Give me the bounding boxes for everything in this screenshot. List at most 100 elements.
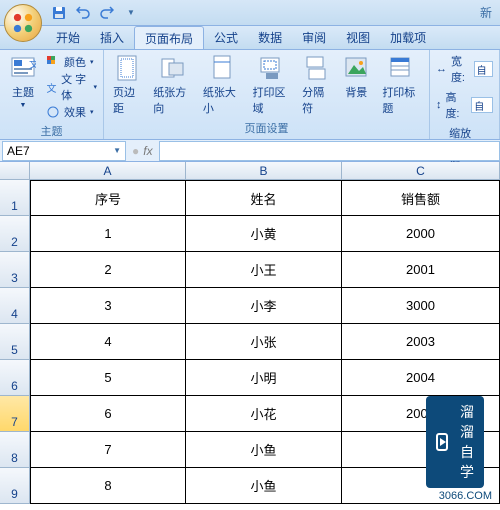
cell-a2[interactable]: 1 <box>30 216 186 252</box>
cell-a5[interactable]: 4 <box>30 324 186 360</box>
cell-b6[interactable]: 小明 <box>186 360 342 396</box>
fx-circle-icon[interactable]: ● <box>132 144 139 158</box>
row-header-7[interactable]: 7 <box>0 396 30 432</box>
quick-access-toolbar: ▼ <box>50 4 140 22</box>
row-header-4[interactable]: 4 <box>0 288 30 324</box>
ribbon-tabs: 开始 插入 页面布局 公式 数据 审阅 视图 加载项 <box>0 26 500 50</box>
size-label: 纸张大小 <box>203 84 241 116</box>
watermark: 溜溜自学 3066.COM <box>439 488 492 502</box>
fx-label[interactable]: fx <box>143 144 152 158</box>
fonts-button[interactable]: 文文 字体▾ <box>46 71 97 103</box>
table-row: 98小鱼 <box>0 468 500 504</box>
width-input[interactable]: 自 <box>474 61 493 77</box>
play-icon <box>436 433 448 451</box>
cell-c6[interactable]: 2004 <box>342 360 500 396</box>
margins-label: 页边距 <box>113 84 141 116</box>
cell-a4[interactable]: 3 <box>30 288 186 324</box>
effects-button[interactable]: 效果▾ <box>46 104 97 120</box>
worksheet: A B C 1 序号 姓名 销售额 21小黄200032小王200143小李30… <box>0 162 500 504</box>
name-box[interactable]: AE7 ▼ <box>2 141 126 161</box>
tab-page-layout[interactable]: 页面布局 <box>134 26 204 49</box>
group-page-setup-label: 页面设置 <box>108 119 425 137</box>
cell-c1[interactable]: 销售额 <box>342 180 500 216</box>
cell-a1[interactable]: 序号 <box>30 180 186 216</box>
tab-review[interactable]: 审阅 <box>292 26 336 49</box>
col-header-b[interactable]: B <box>186 162 342 180</box>
tab-data[interactable]: 数据 <box>248 26 292 49</box>
cell-a3[interactable]: 2 <box>30 252 186 288</box>
width-label: 宽度: <box>451 53 470 85</box>
colors-button[interactable]: 颜色▾ <box>46 54 97 70</box>
print-area-icon <box>257 54 285 82</box>
colors-icon <box>46 55 60 69</box>
redo-button[interactable] <box>98 4 116 22</box>
width-row: ↔ 宽度: 自 <box>434 52 495 86</box>
cell-b9[interactable]: 小鱼 <box>186 468 342 504</box>
print-area-label: 打印区域 <box>252 84 290 116</box>
column-headers: A B C <box>0 162 500 180</box>
size-button[interactable]: 纸张大小 <box>198 52 246 118</box>
cell-c2[interactable]: 2000 <box>342 216 500 252</box>
breaks-label: 分隔符 <box>302 84 330 116</box>
height-icon: ↕ <box>436 99 442 111</box>
office-button[interactable] <box>4 4 42 42</box>
height-input[interactable]: 自 <box>471 97 493 113</box>
office-logo-icon <box>12 12 34 34</box>
cell-a8[interactable]: 7 <box>30 432 186 468</box>
breaks-icon <box>302 54 330 82</box>
row-header-5[interactable]: 5 <box>0 324 30 360</box>
col-header-c[interactable]: C <box>342 162 500 180</box>
row-header-6[interactable]: 6 <box>0 360 30 396</box>
watermark-text: 溜溜自学 <box>454 402 474 482</box>
print-titles-icon <box>387 54 415 82</box>
title-bar: ▼ 新 <box>0 0 500 26</box>
cell-b4[interactable]: 小李 <box>186 288 342 324</box>
select-all-corner[interactable] <box>0 162 30 180</box>
formula-input[interactable] <box>159 141 500 161</box>
cell-a7[interactable]: 6 <box>30 396 186 432</box>
formula-bar: AE7 ▼ ● fx <box>0 140 500 162</box>
row-header-3[interactable]: 3 <box>0 252 30 288</box>
undo-button[interactable] <box>74 4 92 22</box>
row-header-2[interactable]: 2 <box>0 216 30 252</box>
orientation-icon <box>158 54 186 82</box>
orientation-button[interactable]: 纸张方向 <box>148 52 196 118</box>
save-icon <box>52 6 66 20</box>
tab-insert[interactable]: 插入 <box>90 26 134 49</box>
tab-view[interactable]: 视图 <box>336 26 380 49</box>
print-area-button[interactable]: 打印区域 <box>247 52 295 118</box>
qat-dropdown[interactable]: ▼ <box>122 4 140 22</box>
print-titles-button[interactable]: 打印标题 <box>377 52 425 118</box>
cell-a9[interactable]: 8 <box>30 468 186 504</box>
row-header-8[interactable]: 8 <box>0 432 30 468</box>
cell-c3[interactable]: 2001 <box>342 252 500 288</box>
tab-addins[interactable]: 加载项 <box>380 26 436 49</box>
cell-b2[interactable]: 小黄 <box>186 216 342 252</box>
cell-c5[interactable]: 2003 <box>342 324 500 360</box>
name-box-dropdown-icon[interactable]: ▼ <box>113 146 121 155</box>
cell-a6[interactable]: 5 <box>30 360 186 396</box>
cell-b8[interactable]: 小鱼 <box>186 432 342 468</box>
tab-formulas[interactable]: 公式 <box>204 26 248 49</box>
row-header-1[interactable]: 1 <box>0 180 30 216</box>
title-text: 新 <box>480 4 496 21</box>
ribbon: 文 主题 ▼ 颜色▾ 文文 字体▾ 效果▾ 主题 页边距 纸张方向 纸张大小 打… <box>0 50 500 140</box>
print-titles-label: 打印标题 <box>382 84 420 116</box>
cell-b7[interactable]: 小花 <box>186 396 342 432</box>
breaks-button[interactable]: 分隔符 <box>297 52 335 118</box>
cell-c4[interactable]: 3000 <box>342 288 500 324</box>
redo-icon <box>100 6 114 20</box>
margins-button[interactable]: 页边距 <box>108 52 146 118</box>
cell-b1[interactable]: 姓名 <box>186 180 342 216</box>
col-header-a[interactable]: A <box>30 162 186 180</box>
themes-button[interactable]: 文 主题 ▼ <box>4 52 42 111</box>
save-button[interactable] <box>50 4 68 22</box>
tab-home[interactable]: 开始 <box>46 26 90 49</box>
row-header-9[interactable]: 9 <box>0 468 30 504</box>
height-label: 高度: <box>445 89 467 121</box>
cell-b3[interactable]: 小王 <box>186 252 342 288</box>
group-themes: 文 主题 ▼ 颜色▾ 文文 字体▾ 效果▾ 主题 <box>0 50 104 139</box>
watermark-url: 3066.COM <box>439 490 492 502</box>
background-button[interactable]: 背景 <box>337 52 375 102</box>
cell-b5[interactable]: 小张 <box>186 324 342 360</box>
